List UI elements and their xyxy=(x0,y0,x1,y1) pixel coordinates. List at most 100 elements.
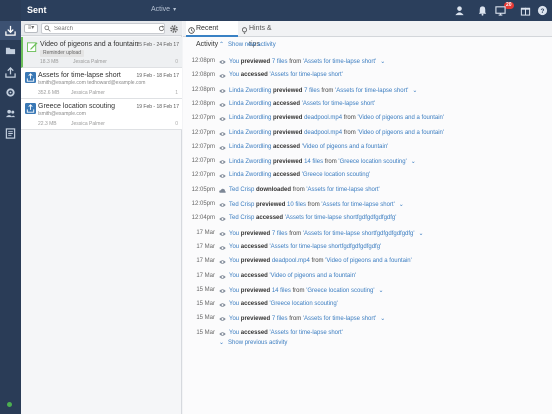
activity-target-link[interactable]: 'Greece location scouting' xyxy=(270,301,338,307)
item-size: 22.3 MB xyxy=(38,121,57,127)
activity-target-link[interactable]: 'Assets for time-lapse short' xyxy=(321,202,394,208)
reports-nav-icon[interactable] xyxy=(0,124,21,143)
contacts-nav-icon[interactable] xyxy=(0,104,21,123)
activity-files-link[interactable]: 7 files xyxy=(272,316,288,322)
activity-target-link[interactable]: 'Video of pigeons and a fountain' xyxy=(325,258,412,264)
activity-target-link[interactable]: 'Assets for time-lapse short' xyxy=(306,187,379,193)
activity-time: 15 Mar xyxy=(196,329,215,336)
activity-files-link[interactable]: deadpool.mp4 xyxy=(304,130,342,136)
activity-target-link[interactable]: 'Assets for time-lapse short' xyxy=(302,101,375,107)
monitor-icon[interactable] xyxy=(494,4,507,17)
sort-button[interactable]: ≡▾ xyxy=(24,24,38,33)
activity-text: You accessed 'Assets for time-lapse shor… xyxy=(229,244,381,250)
gift-icon[interactable] xyxy=(519,4,532,17)
expand-chevron-icon[interactable]: ⌄ xyxy=(412,88,417,94)
expand-chevron-icon[interactable]: ⌄ xyxy=(419,231,424,237)
settings-nav-icon[interactable] xyxy=(0,83,21,102)
activity-actor[interactable]: Linda Zwordling xyxy=(229,172,271,178)
activity-actor[interactable]: Ted Crisp xyxy=(229,215,254,221)
activity-files-link[interactable]: deadpool.mp4 xyxy=(304,115,342,121)
activity-actor[interactable]: Linda Zwordling xyxy=(229,101,271,107)
activity-actor[interactable]: You xyxy=(229,258,239,264)
activity-actor[interactable]: You xyxy=(229,301,239,307)
activity-actor[interactable]: You xyxy=(229,72,239,78)
activity-actor[interactable]: You xyxy=(229,288,239,294)
tab-hints-tips[interactable]: Hints & tips xyxy=(239,21,284,48)
eye-icon xyxy=(219,231,226,237)
user-menu-icon[interactable] xyxy=(451,4,467,17)
show-new-activity-link[interactable]: ⌃ Show new activity xyxy=(219,41,276,48)
tab-recent-activity[interactable]: Recent Activity xyxy=(186,21,238,48)
activity-target-link[interactable]: 'Greece location scouting' xyxy=(338,159,406,165)
activity-actor[interactable]: Linda Zwordling xyxy=(229,130,271,136)
activity-files-link[interactable]: 7 files xyxy=(272,231,288,237)
activity-target-link[interactable]: 'Video of pigeons and a fountain' xyxy=(357,130,444,136)
eye-icon xyxy=(219,73,226,79)
activity-target-link[interactable]: 'Assets for time-lapse short' xyxy=(270,72,343,78)
activity-actor[interactable]: Ted Crisp xyxy=(229,187,254,193)
activity-action: accessed xyxy=(240,301,268,308)
activity-action: previewed xyxy=(240,59,271,65)
activity-files-link[interactable]: 7 files xyxy=(304,88,320,94)
activity-target-link[interactable]: 'Greece location scouting' xyxy=(306,288,374,294)
activity-text: You previewed 14 files from 'Greece loca… xyxy=(229,287,384,294)
activity-files-link[interactable]: 14 files xyxy=(304,159,323,165)
activity-tabs: Recent Activity Hints & tips xyxy=(183,21,552,48)
notifications-icon[interactable] xyxy=(476,4,489,17)
activity-time: 12:05pm xyxy=(191,201,215,207)
activity-panel: Recent Activity Hints & tips ⌃ Show new a… xyxy=(183,21,552,414)
eye-icon xyxy=(219,302,226,308)
eye-icon xyxy=(219,131,226,137)
activity-actor[interactable]: Linda Zwordling xyxy=(229,144,271,150)
activity-row: 12:07pm Linda Zwordling accessed 'Video o… xyxy=(183,142,552,155)
expand-chevron-icon[interactable]: ⌄ xyxy=(399,202,404,208)
item-date: 19 Feb - 18 Feb 17 xyxy=(136,104,179,110)
show-previous-activity-link[interactable]: ⌄ Show previous activity xyxy=(219,339,287,346)
activity-target-link[interactable]: 'Assets for time-lapse shortfgdfgdfgdfgd… xyxy=(270,244,382,250)
activity-files-link[interactable]: 14 files xyxy=(272,288,291,294)
activity-actor[interactable]: Linda Zwordling xyxy=(229,159,271,165)
activity-target-link[interactable]: 'Assets for time-lapse short' xyxy=(335,88,408,94)
activity-actor[interactable]: You xyxy=(229,316,239,322)
activity-actor[interactable]: You xyxy=(229,330,239,336)
activity-target-link[interactable]: 'Assets for time-lapse short' xyxy=(270,330,343,336)
activity-action: previewed xyxy=(273,129,303,136)
activity-files-link[interactable]: 7 files xyxy=(272,59,288,65)
activity-connector: from xyxy=(292,186,305,193)
activity-actor[interactable]: Linda Zwordling xyxy=(229,88,271,94)
activity-actor[interactable]: You xyxy=(229,59,239,65)
activity-target-link[interactable]: 'Video of pigeons and a fountain' xyxy=(270,273,357,279)
activity-target-link[interactable]: 'Greece location scouting' xyxy=(302,172,370,178)
gear-icon[interactable] xyxy=(169,24,179,34)
expand-chevron-icon[interactable]: ⌄ xyxy=(380,59,385,65)
activity-files-link[interactable]: 10 files xyxy=(287,202,306,208)
sent-nav-icon[interactable] xyxy=(0,21,21,40)
list-item[interactable]: Assets for time-lapse short 19 Feb - 18 … xyxy=(21,68,182,99)
list-item[interactable]: Greece location scouting 19 Feb - 18 Feb… xyxy=(21,99,182,130)
expand-chevron-icon[interactable]: ⌄ xyxy=(411,159,416,165)
activity-target-link[interactable]: 'Video of pigeons and a fountain' xyxy=(357,115,444,121)
status-filter-dropdown[interactable]: Active ▾ xyxy=(151,6,176,13)
activity-actor[interactable]: Ted Crisp xyxy=(229,202,254,208)
folder-nav-icon[interactable] xyxy=(0,41,21,60)
search-input[interactable] xyxy=(41,23,165,34)
activity-actor[interactable]: You xyxy=(229,244,239,250)
activity-target-link[interactable]: 'Assets for time-lapse shortfgdfgdfgdfgd… xyxy=(285,215,397,221)
activity-files-link[interactable]: deadpool.mp4 xyxy=(272,258,310,264)
refresh-icon[interactable] xyxy=(158,25,165,32)
activity-action: accessed xyxy=(273,100,301,107)
inbox-nav-icon[interactable] xyxy=(0,63,21,82)
show-previous-label: Show previous activity xyxy=(228,340,288,346)
activity-target-link[interactable]: 'Assets for time-lapse short' xyxy=(303,316,376,322)
activity-target-link[interactable]: 'Assets for time-lapse shortfgdfgdfgdfgd… xyxy=(303,231,415,237)
expand-chevron-icon[interactable]: ⌄ xyxy=(379,288,384,294)
activity-actor[interactable]: You xyxy=(229,273,239,279)
activity-actor[interactable]: Linda Zwordling xyxy=(229,115,271,121)
activity-target-link[interactable]: 'Assets for time-lapse short' xyxy=(303,59,376,65)
list-item[interactable]: Video of pigeons and a fountain 25 Feb -… xyxy=(21,37,182,68)
activity-target-link[interactable]: 'Video of pigeons and a fountain' xyxy=(302,144,389,150)
help-icon[interactable]: ? xyxy=(534,4,550,17)
activity-row: 12:08pm Linda Zwordling previewed 7 files… xyxy=(183,85,552,98)
activity-actor[interactable]: You xyxy=(229,231,239,237)
expand-chevron-icon[interactable]: ⌄ xyxy=(380,316,385,322)
